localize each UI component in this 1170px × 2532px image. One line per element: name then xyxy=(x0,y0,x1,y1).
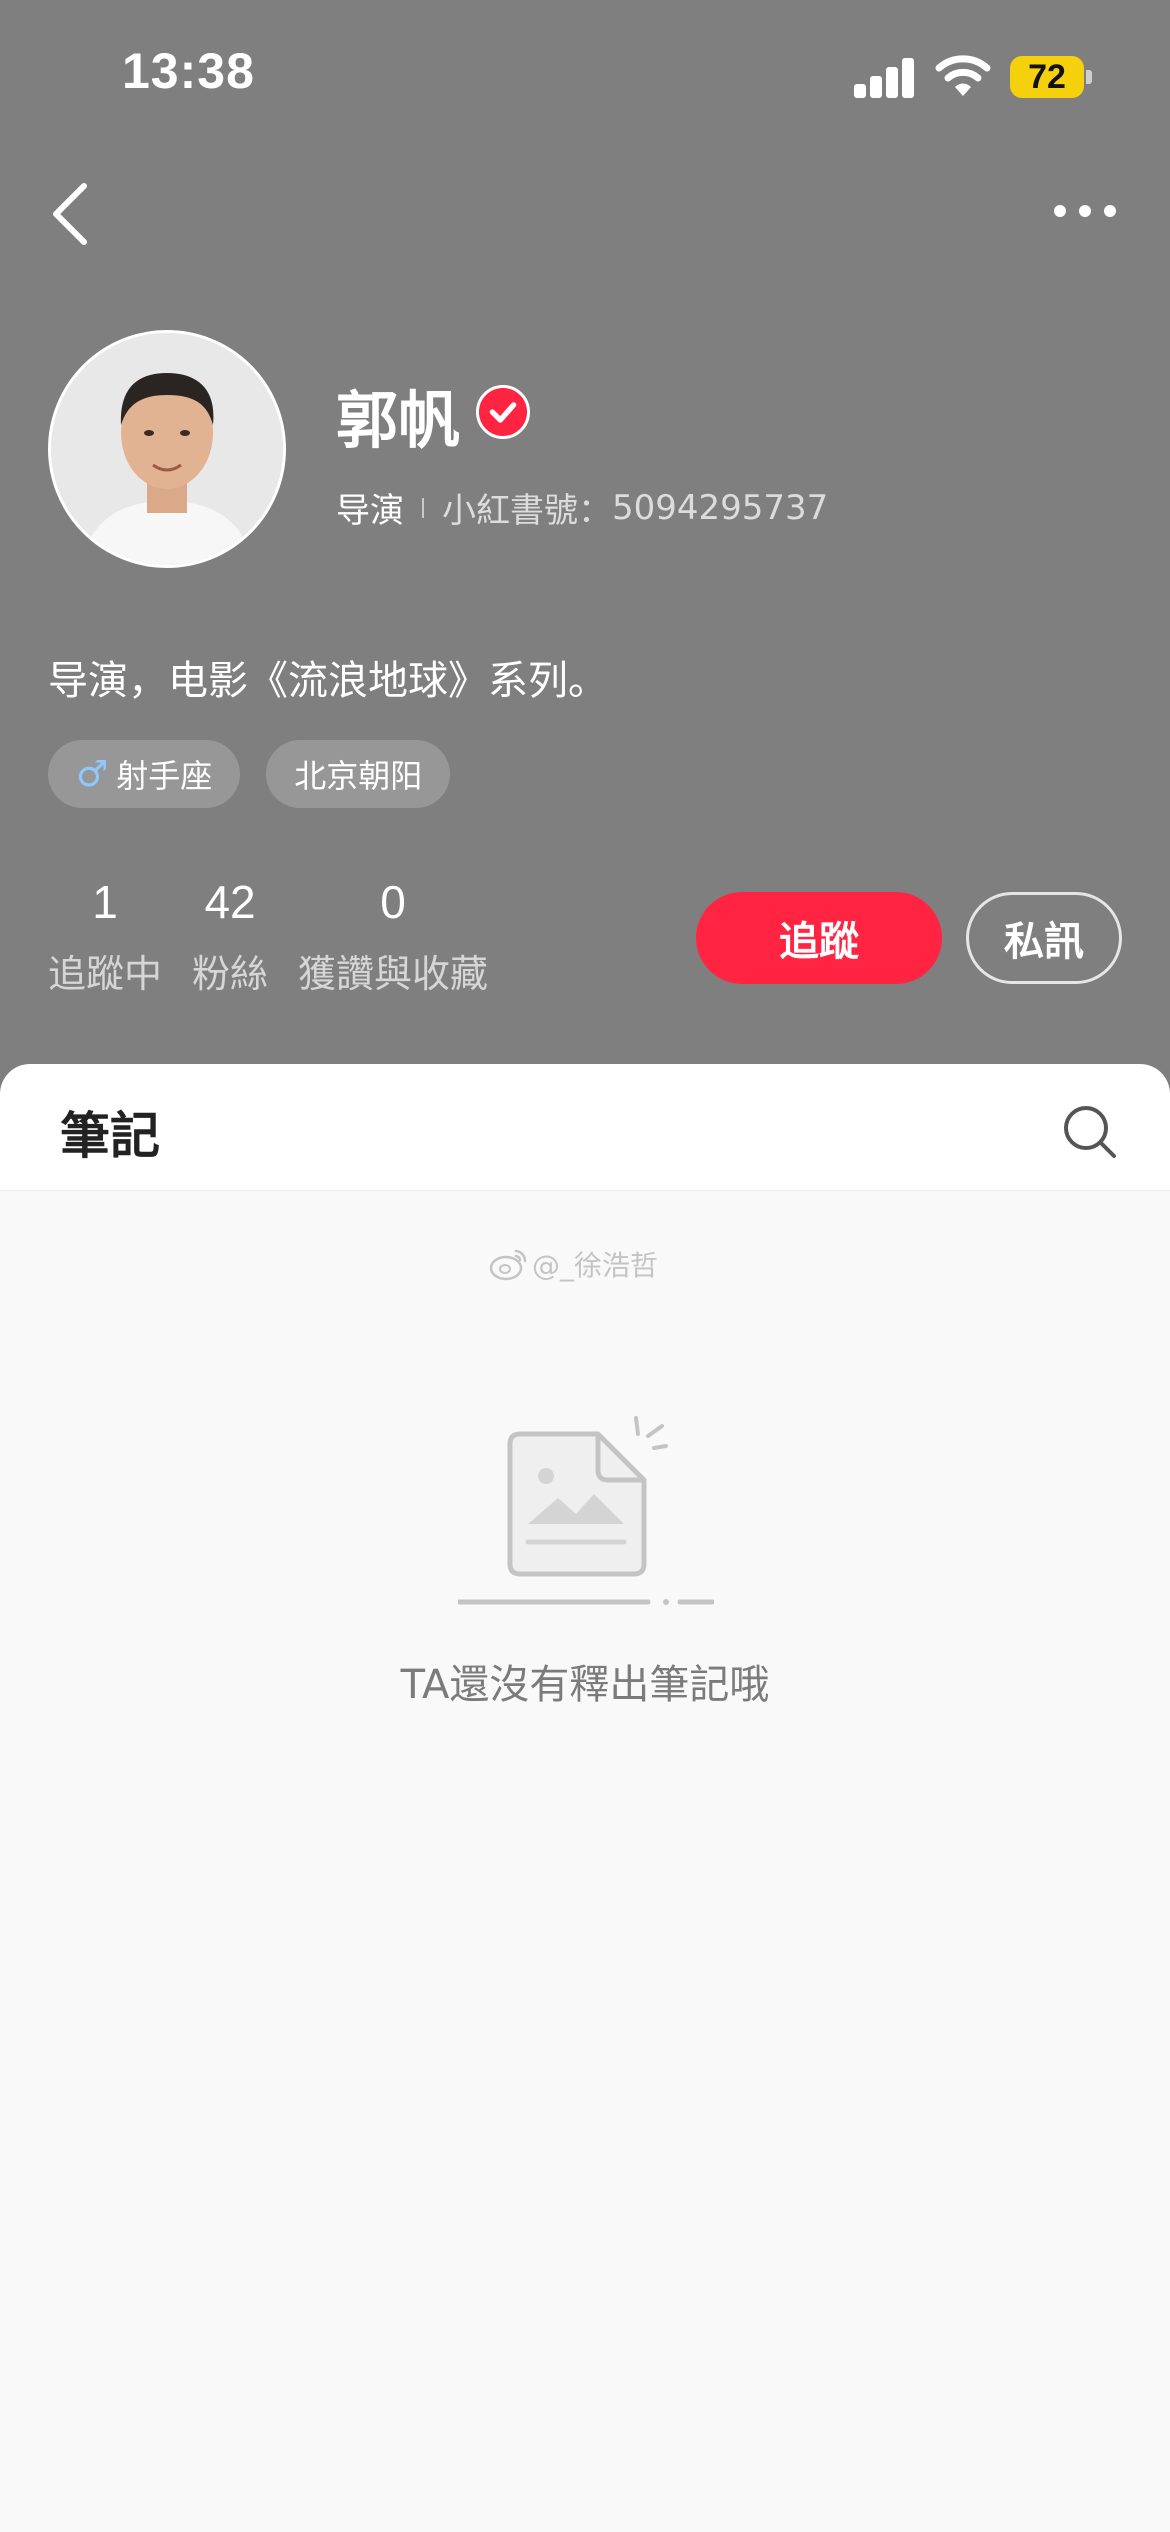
tag-location: 北京朝阳 xyxy=(266,740,451,808)
stat-value: 1 xyxy=(92,876,118,928)
battery-indicator: 72 xyxy=(1010,56,1084,98)
stat-label: 獲讚與收藏 xyxy=(298,952,489,996)
avatar-image xyxy=(51,333,283,565)
empty-notes-icon xyxy=(458,1416,714,1605)
empty-state-text: TA還沒有釋出筆記哦 xyxy=(400,1662,770,1708)
watermark-text: @_徐浩哲 xyxy=(532,1249,659,1282)
profile-stats: 1 追蹤中 42 粉絲 0 獲讚與收藏 xyxy=(48,875,518,998)
stat-likes-collections[interactable]: 0 獲讚與收藏 xyxy=(298,875,488,998)
tag-label: 北京朝阳 xyxy=(294,757,423,795)
more-options-button[interactable] xyxy=(1050,196,1120,226)
cellular-signal-icon xyxy=(854,58,916,98)
profile-tags: ♂ 射手座 北京朝阳 xyxy=(48,740,451,808)
stat-fans[interactable]: 42 粉絲 xyxy=(192,875,268,998)
profile-bio: 导演，电影《流浪地球》系列。 xyxy=(48,658,608,704)
battery-tip xyxy=(1086,70,1092,84)
tab-notes[interactable]: 筆記 xyxy=(60,1096,160,1168)
profile-id-value[interactable]: 5094295737 xyxy=(612,488,828,528)
profile-id-label: 小紅書號： xyxy=(442,491,612,531)
male-icon: ♂ xyxy=(76,753,109,795)
profile-name: 郭帆 xyxy=(336,384,461,457)
tag-label: 射手座 xyxy=(116,757,213,795)
tab-bar: 筆記 xyxy=(0,1064,1170,1191)
verified-badge-icon xyxy=(476,385,530,439)
tag-zodiac: ♂ 射手座 xyxy=(48,740,241,808)
watermark: @_徐浩哲 xyxy=(488,1244,658,1284)
stat-following[interactable]: 1 追蹤中 xyxy=(48,875,162,998)
back-button[interactable] xyxy=(46,178,96,250)
meta-divider xyxy=(422,497,424,518)
message-button[interactable]: 私訊 xyxy=(966,892,1122,984)
profile-role: 导演 xyxy=(336,491,404,531)
wifi-icon xyxy=(935,55,991,96)
search-icon[interactable] xyxy=(1062,1104,1118,1160)
stat-label: 追蹤中 xyxy=(48,952,163,996)
profile-meta: 导演 小紅書號： 5094295737 xyxy=(336,483,828,532)
follow-button[interactable]: 追蹤 xyxy=(696,892,942,984)
profile-header: 13:38 72 郭帆 导演 小紅書號： 5094295737 导演，电影《流浪… xyxy=(0,0,1170,1095)
weibo-icon xyxy=(489,1249,527,1281)
avatar[interactable] xyxy=(48,330,286,568)
stat-value: 42 xyxy=(204,876,256,928)
status-time: 13:38 xyxy=(122,43,255,99)
stat-value: 0 xyxy=(380,876,406,928)
stat-label: 粉絲 xyxy=(192,952,269,996)
